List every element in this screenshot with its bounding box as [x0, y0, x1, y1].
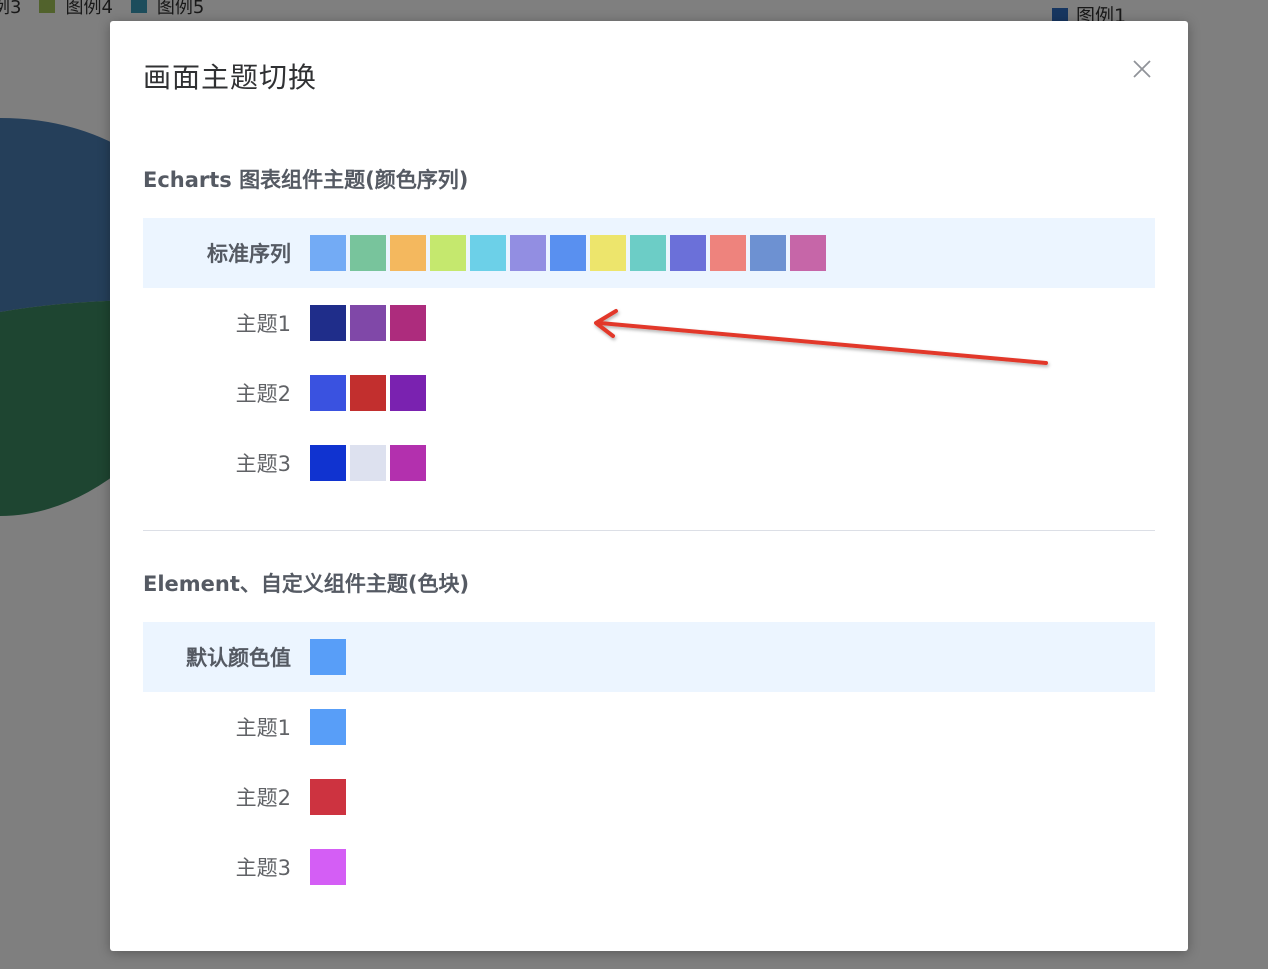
color-swatch[interactable]: [470, 235, 506, 271]
theme-row-label: 主题2: [235, 382, 291, 406]
color-swatch[interactable]: [350, 305, 386, 341]
theme-row[interactable]: 主题3: [143, 428, 1155, 498]
color-swatches: [310, 445, 430, 481]
theme-row[interactable]: 主题2: [143, 762, 1155, 832]
theme-row-label: 主题2: [235, 786, 291, 810]
color-swatch[interactable]: [350, 375, 386, 411]
color-swatch[interactable]: [310, 639, 346, 675]
color-swatch[interactable]: [310, 445, 346, 481]
theme-row-label: 主题3: [235, 452, 291, 476]
color-swatch[interactable]: [310, 235, 346, 271]
color-swatches: [310, 709, 350, 745]
echarts-section-title: Echarts 图表组件主题(颜色序列): [143, 168, 469, 192]
color-swatch[interactable]: [670, 235, 706, 271]
theme-row[interactable]: 主题1: [143, 692, 1155, 762]
color-swatch[interactable]: [310, 305, 346, 341]
screen: 例3图例4图例5 图例1 画面主题切换 Echarts 图表组件主题(颜色序列)…: [0, 0, 1268, 969]
color-swatches: [310, 779, 350, 815]
color-swatch[interactable]: [310, 779, 346, 815]
theme-row[interactable]: 默认颜色值: [143, 622, 1155, 692]
close-button[interactable]: [1132, 59, 1152, 79]
color-swatch[interactable]: [390, 305, 426, 341]
color-swatch[interactable]: [430, 235, 466, 271]
theme-row-label: 主题1: [235, 312, 291, 336]
theme-row-label: 默认颜色值: [186, 646, 291, 670]
element-section-title: Element、自定义组件主题(色块): [143, 572, 470, 596]
color-swatch[interactable]: [550, 235, 586, 271]
dialog-title: 画面主题切换: [143, 61, 318, 94]
color-swatch[interactable]: [390, 445, 426, 481]
color-swatch[interactable]: [790, 235, 826, 271]
color-swatches: [310, 375, 430, 411]
theme-row[interactable]: 主题3: [143, 832, 1155, 902]
theme-row[interactable]: 标准序列: [143, 218, 1155, 288]
theme-row[interactable]: 主题2: [143, 358, 1155, 428]
color-swatch[interactable]: [710, 235, 746, 271]
close-icon[interactable]: [1132, 59, 1152, 79]
color-swatch[interactable]: [350, 445, 386, 481]
color-swatches: [310, 235, 830, 271]
color-swatch[interactable]: [390, 375, 426, 411]
color-swatch[interactable]: [630, 235, 666, 271]
theme-row-label: 主题3: [235, 856, 291, 880]
color-swatches: [310, 639, 350, 675]
section-divider: [143, 530, 1155, 531]
theme-row[interactable]: 主题1: [143, 288, 1155, 358]
color-swatches: [310, 849, 350, 885]
color-swatch[interactable]: [510, 235, 546, 271]
theme-row-label: 主题1: [235, 716, 291, 740]
color-swatch[interactable]: [750, 235, 786, 271]
color-swatch[interactable]: [310, 849, 346, 885]
theme-switch-dialog: 画面主题切换 Echarts 图表组件主题(颜色序列) 标准序列主题1 主题2 主题…: [110, 21, 1188, 951]
color-swatches: [310, 305, 430, 341]
color-swatch[interactable]: [310, 375, 346, 411]
color-swatch[interactable]: [590, 235, 626, 271]
color-swatch[interactable]: [390, 235, 426, 271]
color-swatch[interactable]: [310, 709, 346, 745]
theme-row-label: 标准序列: [207, 242, 291, 266]
color-swatch[interactable]: [350, 235, 386, 271]
